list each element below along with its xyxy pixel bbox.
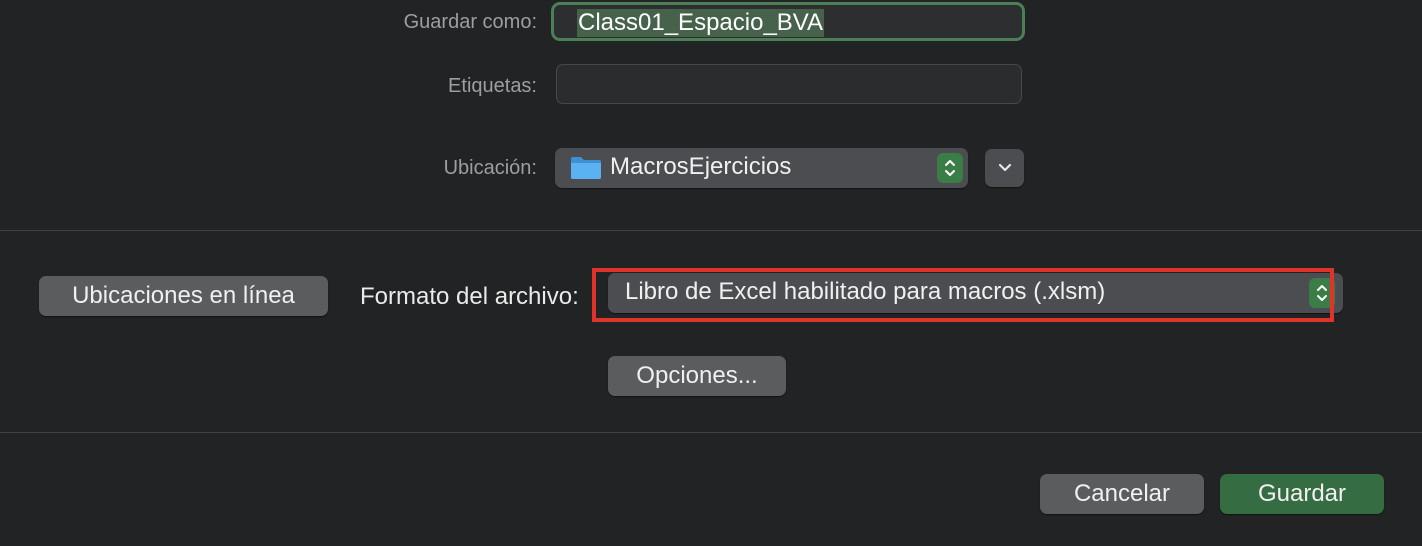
save-as-label: Guardar como: [403, 11, 537, 33]
save-as-input[interactable]: Class01_Espacio_BVA [551, 2, 1025, 41]
tags-label: Etiquetas: [448, 75, 537, 97]
folder-icon [571, 157, 601, 179]
location-popup[interactable]: MacrosEjercicios [555, 148, 968, 188]
file-format-label: Formato del archivo: [360, 283, 579, 310]
chevron-down-icon [998, 163, 1011, 172]
expand-browser-button[interactable] [985, 149, 1024, 187]
online-locations-button[interactable]: Ubicaciones en línea [39, 276, 328, 316]
save-as-selected-text: Class01_Espacio_BVA [577, 9, 825, 37]
location-label: Ubicación: [443, 157, 537, 179]
tags-input[interactable] [556, 64, 1022, 104]
annotation-highlight-box [592, 268, 1334, 322]
save-button[interactable]: Guardar [1220, 474, 1384, 514]
location-stepper-icon [937, 153, 963, 183]
cancel-button[interactable]: Cancelar [1040, 474, 1204, 514]
location-value: MacrosEjercicios [610, 153, 792, 180]
divider-bottom [0, 432, 1422, 433]
divider-top [0, 230, 1422, 231]
options-button[interactable]: Opciones... [608, 356, 786, 396]
